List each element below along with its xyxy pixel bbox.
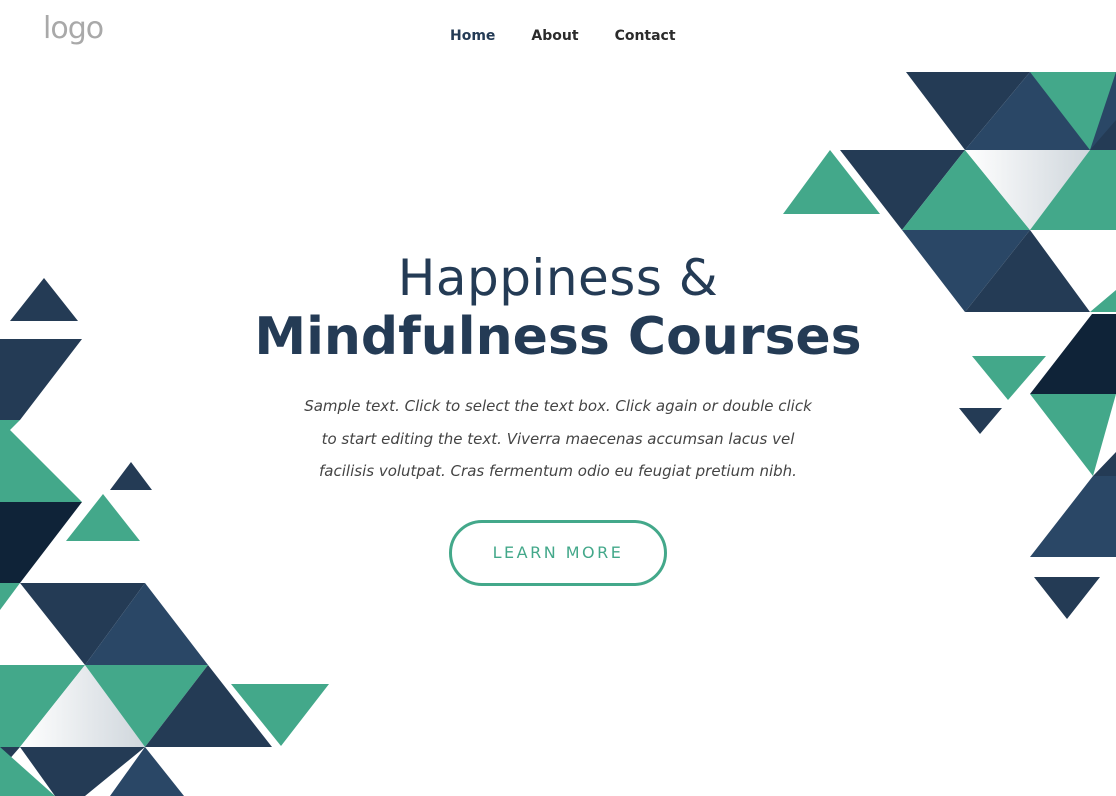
hero-description: Sample text. Click to select the text bo… <box>304 397 812 480</box>
hero-title-line1: Happiness & <box>397 249 719 307</box>
triangle <box>965 150 1090 230</box>
triangle <box>783 150 880 214</box>
triangle <box>1090 120 1116 190</box>
triangle <box>1030 72 1116 150</box>
triangle <box>20 665 145 747</box>
nav-item-contact[interactable]: Contact <box>615 28 676 44</box>
triangle <box>906 72 1030 150</box>
triangle <box>85 583 208 665</box>
nav-item-about[interactable]: About <box>531 28 578 44</box>
hero-title-line2: Mindfulness Courses <box>254 307 862 367</box>
logo[interactable]: logo <box>43 14 104 44</box>
triangle <box>0 665 85 747</box>
triangle <box>0 747 20 770</box>
triangle <box>145 665 272 747</box>
hero-section: Happiness & Mindfulness Courses Sample t… <box>0 250 1116 586</box>
triangle <box>0 583 20 610</box>
nav-item-home[interactable]: Home <box>450 28 495 44</box>
triangle <box>110 747 184 796</box>
triangle <box>20 747 145 796</box>
triangle <box>85 665 208 747</box>
main-nav: Home About Contact <box>450 28 712 44</box>
triangle <box>840 150 965 230</box>
learn-more-button[interactable]: LEARN MORE <box>449 519 667 586</box>
triangle <box>902 150 1030 230</box>
triangle <box>965 72 1116 150</box>
triangle <box>231 684 329 746</box>
triangle <box>0 747 55 796</box>
triangle <box>20 583 145 665</box>
triangle <box>1030 150 1116 230</box>
